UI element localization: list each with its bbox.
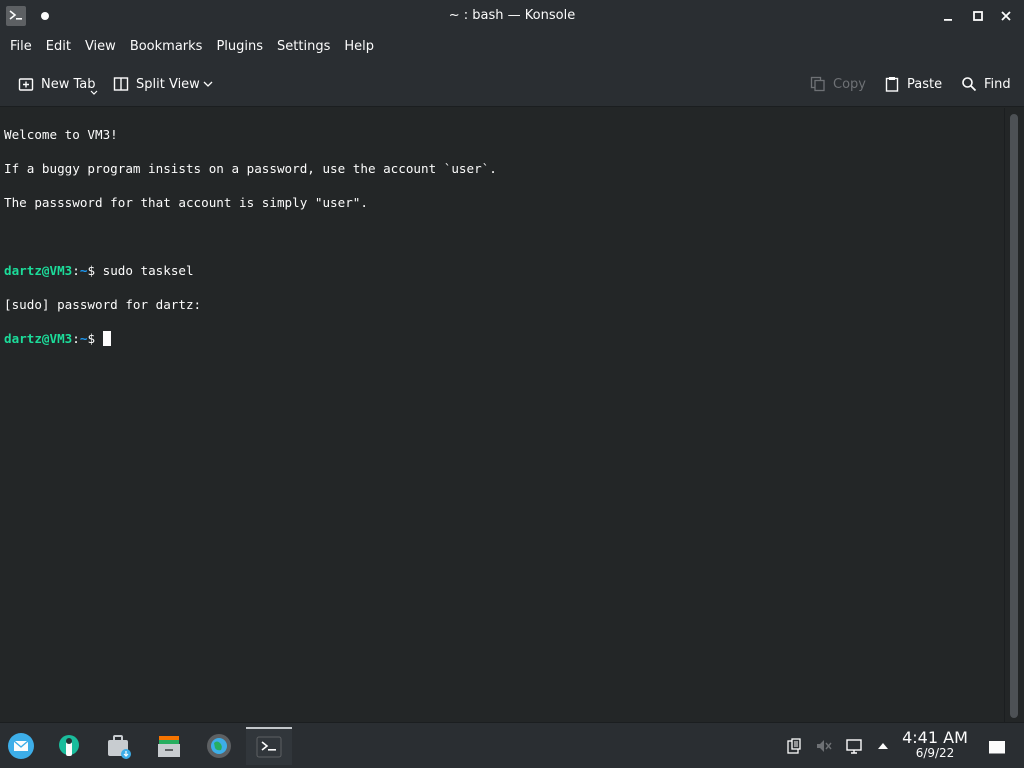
prompt-line-active: dartz@VM3:~$	[4, 330, 1004, 347]
copy-button[interactable]: Copy	[810, 72, 866, 96]
title-bar[interactable]: ~ : bash — Konsole	[0, 0, 1024, 32]
plasma-discover-icon[interactable]	[50, 727, 88, 765]
prompt-symbol: $	[87, 331, 103, 346]
paste-label: Paste	[907, 76, 943, 92]
split-view-label: Split View	[136, 76, 200, 92]
new-tab-button[interactable]: New Tab	[18, 72, 96, 96]
menu-bar: File Edit View Bookmarks Plugins Setting…	[0, 32, 1024, 61]
text-cursor	[102, 331, 111, 346]
menu-settings[interactable]: Settings	[270, 32, 337, 61]
find-label: Find	[984, 76, 1011, 92]
volume-muted-icon[interactable]	[815, 737, 833, 755]
scrollbar-thumb[interactable]	[1010, 114, 1018, 718]
file-manager-icon[interactable]	[150, 727, 188, 765]
prompt-separator: :	[72, 263, 80, 278]
new-tab-dropdown-icon[interactable]	[90, 90, 98, 96]
menu-edit[interactable]: Edit	[39, 32, 78, 61]
clipboard-icon[interactable]	[785, 737, 803, 755]
menu-view[interactable]: View	[78, 32, 123, 61]
menu-help[interactable]: Help	[337, 32, 381, 61]
expand-tray-icon[interactable]	[874, 737, 892, 755]
copy-label: Copy	[833, 76, 866, 92]
maximize-button[interactable]	[970, 8, 986, 24]
split-view-icon	[113, 77, 129, 91]
split-view-dropdown-icon[interactable]	[203, 80, 213, 88]
copy-icon	[810, 76, 825, 92]
clock-time[interactable]: 4:41 AM	[896, 728, 974, 747]
konsole-icon[interactable]	[246, 727, 292, 765]
clock-date[interactable]: 6/9/22	[896, 746, 974, 760]
taskbar	[0, 722, 1024, 768]
paste-button[interactable]: Paste	[884, 72, 942, 96]
terminal-line: If a buggy program insists on a password…	[4, 161, 497, 176]
terminal-output[interactable]: Welcome to VM3! If a buggy program insis…	[0, 108, 1004, 722]
software-center-icon[interactable]	[100, 727, 138, 765]
show-desktop-icon[interactable]	[988, 737, 1006, 755]
menu-file[interactable]: File	[3, 32, 39, 61]
prompt-symbol: $	[87, 263, 103, 278]
search-icon	[962, 77, 977, 92]
find-button[interactable]: Find	[961, 72, 1011, 96]
terminal-line: The passsword for that account is simply…	[4, 195, 368, 210]
minimize-button[interactable]	[940, 8, 956, 24]
terminal-line: [sudo] password for dartz:	[4, 297, 202, 312]
terminal-scrollbar[interactable]	[1004, 108, 1024, 722]
terminal-line: Welcome to VM3!	[4, 127, 118, 142]
toolbar: New Tab Split View Copy Paste Find	[0, 61, 1024, 107]
network-icon[interactable]	[845, 737, 863, 755]
prompt-line: dartz@VM3:~$ sudo tasksel	[4, 262, 1004, 279]
new-tab-label: New Tab	[41, 76, 96, 92]
prompt-separator: :	[72, 331, 80, 346]
menu-plugins[interactable]: Plugins	[209, 32, 270, 61]
command-text: sudo tasksel	[102, 263, 194, 278]
new-tab-icon	[18, 78, 34, 91]
prompt-user: dartz@VM3	[4, 263, 73, 278]
close-button[interactable]	[998, 8, 1014, 24]
web-browser-icon[interactable]	[200, 727, 238, 765]
menu-bookmarks[interactable]: Bookmarks	[123, 32, 210, 61]
split-view-button[interactable]: Split View	[113, 72, 200, 96]
window-title: ~ : bash — Konsole	[448, 8, 576, 23]
mail-icon[interactable]	[2, 727, 40, 765]
paste-icon	[885, 77, 899, 92]
prompt-user: dartz@VM3	[4, 331, 73, 346]
